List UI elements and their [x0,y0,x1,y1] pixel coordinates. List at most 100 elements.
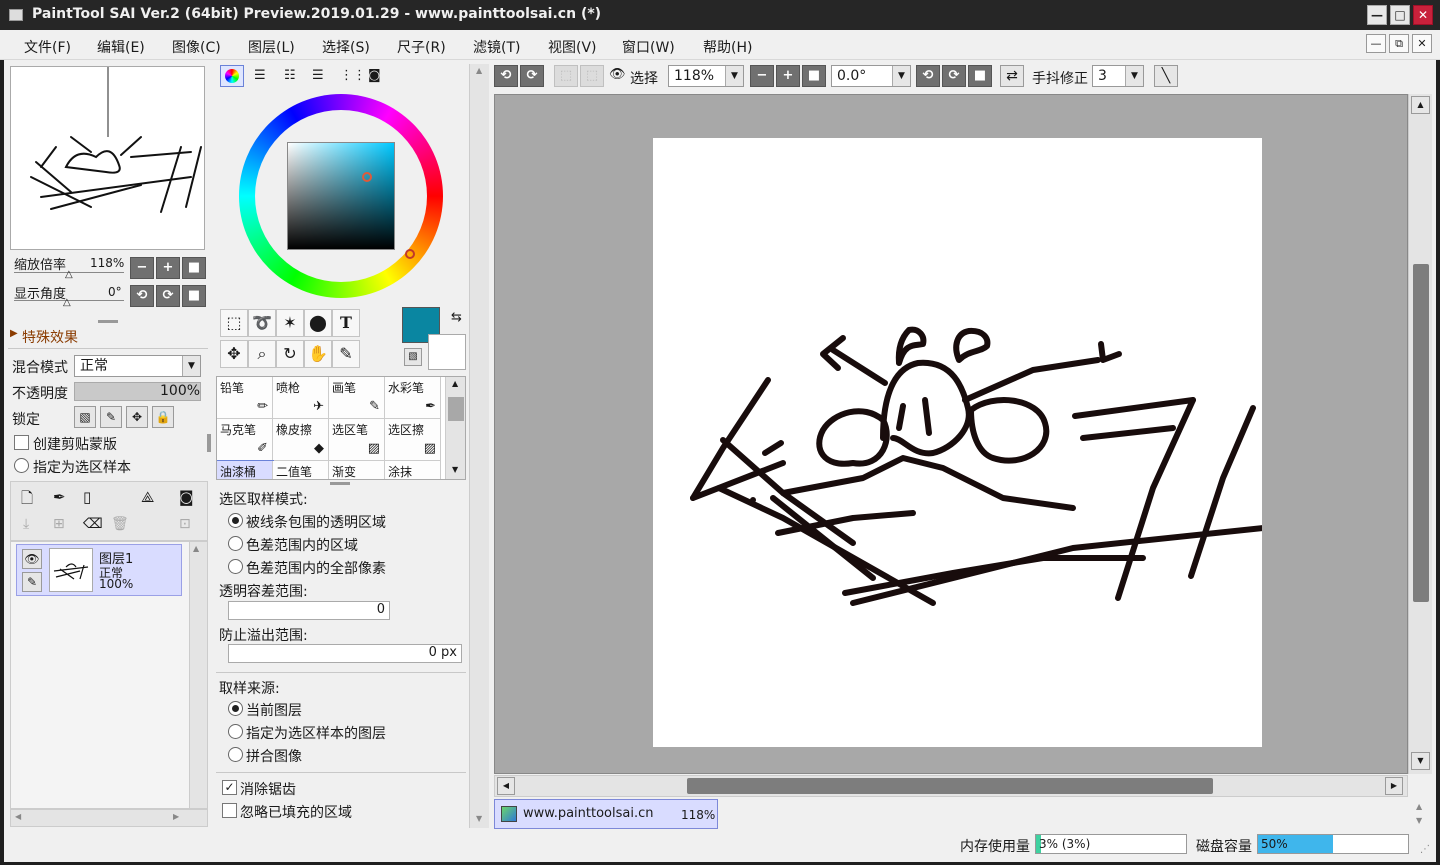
doc-close-button[interactable]: ✕ [1412,34,1432,53]
drawing-canvas[interactable] [653,138,1266,747]
canvas-vscrollbar[interactable]: ▲ ▼ [1408,94,1432,774]
text-tool-icon[interactable]: T [332,309,360,337]
rgb-slider-tab-icon[interactable]: ☰ [254,68,266,83]
blend-mode-select[interactable]: 正常 ▼ [74,355,201,377]
scroll-up-icon[interactable]: ▲ [476,66,482,75]
apply-mask-icon[interactable]: ⊡ [179,516,191,532]
scroll-left-icon[interactable]: ◀ [497,777,515,795]
effects-label[interactable]: 特殊效果 [22,327,78,347]
swap-colors-icon[interactable]: ⇆ [451,310,462,325]
source-radio-current[interactable] [228,701,243,716]
source-radio-merged[interactable] [228,747,243,762]
menu-select[interactable]: 选择(S) [322,37,370,57]
zoom-reset-button[interactable]: ■ [802,65,826,87]
brush-scrollbar[interactable]: ▲ ▼ [445,377,465,479]
zoom-slider-thumb-icon[interactable]: △ [65,269,73,280]
layer-list-hscrollbar[interactable]: ◀ ▶ [10,809,208,827]
tool-panel-scrollbar[interactable]: ▲ ▼ [469,64,489,828]
menu-help[interactable]: 帮助(H) [703,37,752,57]
lock-move-icon[interactable]: ✥ [126,406,148,428]
antialias-checkbox[interactable]: ✓ [222,780,237,795]
scratchpad-tab-icon[interactable]: ◙ [368,68,381,83]
zoom-reset-button[interactable]: ■ [182,257,206,279]
source-radio-sample[interactable] [228,724,243,739]
zoom-combo[interactable]: 118% ▼ [668,65,744,87]
document-tab[interactable]: www.painttoolsai.cn 118% [494,799,718,829]
scroll-right-icon[interactable]: ▶ [173,812,179,821]
color-wheel-tab[interactable] [220,65,244,87]
scroll-up-icon[interactable]: ▲ [452,379,458,388]
lasso-icon[interactable]: ➰ [248,309,276,337]
canvas-view[interactable] [494,94,1408,774]
fill-mode-radio-enclosed[interactable] [228,513,243,528]
tab-scroll-down-icon[interactable]: ▼ [1416,816,1422,825]
clip-checkbox[interactable] [14,435,29,450]
delete-layer-icon[interactable]: 🗑 [111,516,129,532]
overflow-input[interactable]: 0 px [228,644,462,663]
menu-file[interactable]: 文件(F) [24,37,71,57]
fill-mode-radio-all[interactable] [228,559,243,574]
brush-watercolor[interactable]: 水彩笔 ✒ [385,377,441,419]
doc-restore-button[interactable]: ⧉ [1389,34,1409,53]
eye-icon[interactable]: 👁 [609,67,626,82]
rotate-reset-button[interactable]: ■ [968,65,992,87]
zoom-in-button[interactable]: + [776,65,800,87]
tolerance-input[interactable]: 0 [228,601,390,620]
angle-slider-thumb-icon[interactable]: △ [63,297,71,308]
brush-select-pen[interactable]: 选区笔 ▨ [329,419,385,461]
layer-transform-icon[interactable]: ⟁ [141,488,154,506]
hsv-slider-tab-icon[interactable]: ☷ [284,68,296,83]
doc-minimize-button[interactable]: — [1366,34,1386,53]
sv-cursor[interactable] [362,172,372,182]
scroll-up-icon[interactable]: ▲ [1411,96,1430,114]
flip-horizontal-icon[interactable]: ⇄ [1000,65,1024,87]
brush-eraser[interactable]: 橡皮擦 ◆ [273,419,329,461]
scroll-right-icon[interactable]: ▶ [1385,777,1403,795]
scroll-thumb[interactable] [448,397,464,421]
scroll-up-icon[interactable]: ▲ [193,544,199,553]
panel-grip[interactable] [98,320,118,323]
navigator-preview[interactable] [10,66,205,250]
undo-button[interactable]: ⟲ [494,65,518,87]
rotate-ccw-button[interactable]: ⟲ [916,65,940,87]
hand-icon[interactable]: ✋ [304,340,332,368]
brush-airbrush[interactable]: 喷枪 ✈ [273,377,329,419]
rotate-reset-button[interactable]: ■ [182,285,206,307]
eyedropper-icon[interactable]: ✎ [332,340,360,368]
lock-transparency-icon[interactable]: ▧ [74,406,96,428]
sample-radio[interactable] [14,458,29,473]
shape-icon[interactable]: ⬤ [304,309,332,337]
lock-paint-icon[interactable]: ✎ [100,406,122,428]
panel-resize-handle[interactable] [207,434,211,452]
rect-select-icon[interactable]: ⬚ [220,309,248,337]
straight-line-icon[interactable]: ╲ [1154,65,1178,87]
brush-bucket[interactable]: 油漆桶 [217,460,274,479]
transparent-color-icon[interactable]: ▧ [404,348,422,366]
zoom-in-button[interactable]: + [156,257,180,279]
menu-edit[interactable]: 编辑(E) [97,37,145,57]
hue-cursor[interactable] [405,249,415,259]
saturation-value-square[interactable] [287,142,395,250]
brush-gradient[interactable]: 渐变 [329,461,385,479]
stabilizer-combo[interactable]: 3 ▼ [1092,65,1144,87]
lock-all-icon[interactable]: 🔒 [152,406,174,428]
invert-selection-button[interactable]: ⬚ [580,65,604,87]
fill-mode-radio-color[interactable] [228,536,243,551]
new-folder-icon[interactable]: ▯ [83,488,91,506]
rotate-right-button[interactable]: ⟳ [156,285,180,307]
brush-icon[interactable]: ✎ [22,572,42,592]
menu-image[interactable]: 图像(C) [172,37,221,57]
deselect-button[interactable]: ⬚ [554,65,578,87]
maximize-button[interactable]: □ [1390,5,1410,25]
angle-combo[interactable]: 0.0° ▼ [831,65,911,87]
panel-grip[interactable] [330,482,350,485]
brush-pencil[interactable]: 铅笔 ✏ [217,377,273,419]
brush-smudge[interactable]: 涂抹 [385,461,441,479]
zoom-out-button[interactable]: − [750,65,774,87]
layer-list-scrollbar[interactable]: ▲ [189,542,207,808]
duplicate-layer-icon[interactable]: ⊞ [53,516,65,532]
mixer-tab-icon[interactable]: ☰ [312,68,324,83]
canvas-vscroll-thumb[interactable] [1413,264,1429,602]
move-icon[interactable]: ✥ [220,340,248,368]
new-layer-icon[interactable]: 🗋 [21,488,33,513]
